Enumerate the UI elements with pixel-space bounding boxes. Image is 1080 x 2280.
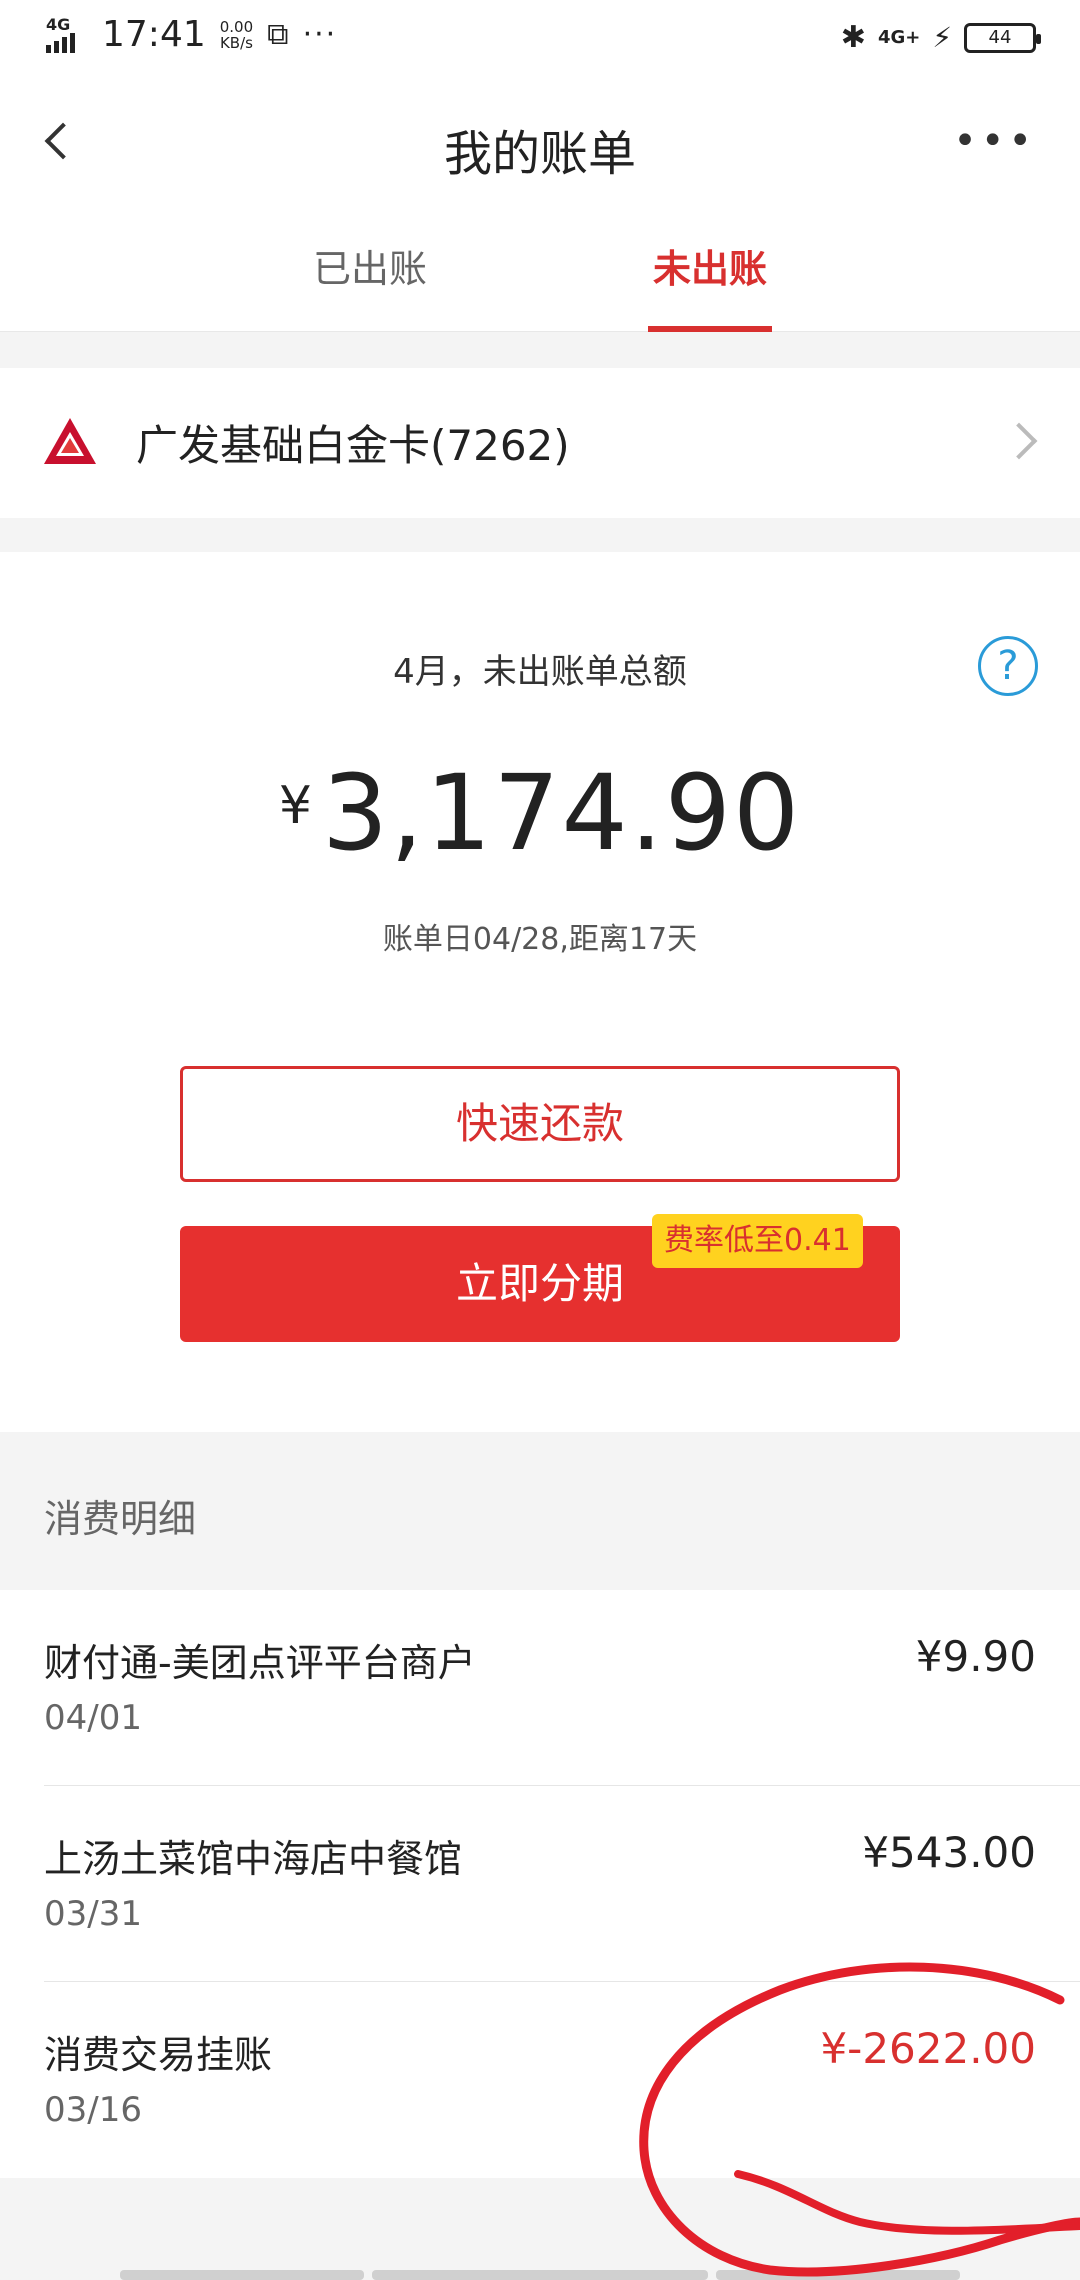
charging-icon: ⚡ (932, 21, 952, 54)
battery-level: 44 (988, 27, 1012, 48)
details-title: 消费明细 (44, 1497, 197, 1541)
list-item[interactable]: 财付通-美团点评平台商户 04/01 ¥9.90 (0, 1590, 1080, 1786)
bank-logo-icon (44, 418, 96, 464)
red-circle-annotation (639, 1962, 1080, 2277)
card-selector[interactable]: 广发基础白金卡(7262) (0, 368, 1080, 518)
transaction-merchant: 财付通-美团点评平台商户 (44, 1641, 476, 1685)
transaction-date: 04/01 (44, 1698, 142, 1738)
transaction-amount: ¥9.90 (915, 1632, 1036, 1681)
bluetooth-icon: ✱ (840, 20, 866, 55)
more-notifications-icon: ··· (302, 17, 338, 52)
bill-summary: 4月，未出账单总额 ? ¥3,174.90 账单日04/28,距离17天 快速还… (0, 552, 1080, 1432)
network-plus-label: 4G+ (877, 27, 921, 48)
details-header: 消费明细 (0, 1432, 1080, 1590)
transaction-merchant: 上汤土菜馆中海店中餐馆 (44, 1837, 463, 1881)
transaction-date: 03/31 (44, 1894, 142, 1934)
rate-badge: 费率低至0.41 (652, 1214, 863, 1268)
transaction-merchant: 消费交易挂账 (44, 2033, 273, 2077)
tab-billed[interactable]: 已出账 (290, 234, 450, 332)
total-amount: ¥3,174.90 (0, 752, 1080, 874)
status-bar: 4G 17:41 0.00 KB/s ⧉ ··· ✱ 4G+ ⚡ 44 (0, 0, 1080, 84)
bottom-placeholder-bar (120, 2270, 364, 2280)
speed-unit: KB/s (219, 33, 253, 52)
tab-unbilled[interactable]: 未出账 (648, 234, 772, 332)
speed-value: 0.00 (219, 17, 254, 36)
bill-tabs: 已出账 未出账 (0, 234, 1080, 332)
chevron-right-icon (1006, 424, 1036, 454)
page-header: 我的账单 ••• 已出账 未出账 (0, 84, 1080, 332)
battery-icon: 44 (964, 22, 1041, 53)
summary-label: 4月，未出账单总额 (393, 652, 687, 692)
page-title: 我的账单 (443, 126, 636, 182)
transaction-amount: ¥543.00 (862, 1828, 1036, 1877)
due-date-text: 账单日04/28,距离17天 (382, 922, 698, 957)
signal-icon: 4G (44, 15, 88, 55)
screenshot-icon: ⧉ (267, 17, 289, 52)
status-time: 17:41 (102, 14, 206, 55)
list-item[interactable]: 上汤土菜馆中海店中餐馆 03/31 ¥543.00 (0, 1786, 1080, 1982)
amount-value: 3,174.90 (321, 752, 802, 874)
network-type-label: 4G (46, 14, 71, 34)
transaction-date: 03/16 (44, 2090, 142, 2130)
help-icon[interactable]: ? (978, 636, 1038, 696)
quick-repay-button[interactable]: 快速还款 (180, 1066, 900, 1182)
currency-symbol: ¥ (278, 776, 312, 836)
network-speed: 0.00 KB/s (220, 19, 253, 51)
more-options-icon[interactable]: ••• (953, 118, 1036, 164)
card-name: 广发基础白金卡(7262) (136, 421, 570, 470)
